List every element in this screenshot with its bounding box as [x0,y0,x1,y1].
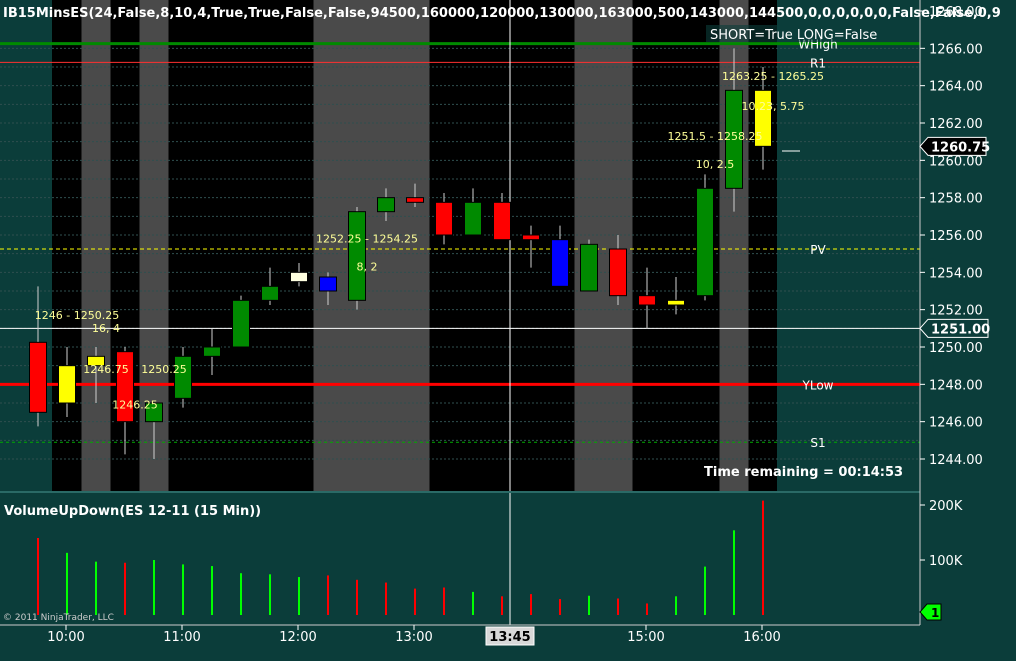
price-tick-label: 1266.00 [929,42,983,57]
last-volume-label: 1 [931,606,939,620]
last-price-label: 1260.75 [931,140,990,155]
price-tick-label: 1248.00 [929,378,983,393]
shaded-bar-region [313,0,343,492]
shaded-bar-region [400,0,430,492]
candle-body[interactable] [261,285,279,301]
candle-body[interactable] [290,271,308,283]
crosshair-time-label: 13:45 [489,630,530,645]
price-tick-label: 1258.00 [929,192,983,207]
candle-body[interactable] [580,243,598,292]
candle-body[interactable] [522,234,540,241]
candle-body[interactable] [551,239,569,287]
level-label-r1: R1 [810,56,826,70]
volume-tick-label: 100K [929,554,963,569]
time-tick-label: 10:00 [47,630,84,645]
candle-body[interactable] [638,295,656,306]
copyright-notice: © 2011 NinjaTrader, LLC [3,613,114,623]
mode-label: SHORT=True LONG=False [710,28,877,43]
candle-body[interactable] [377,197,395,213]
bar-annotation-label: 1246.75 [83,363,129,376]
price-tick-label: 1252.00 [929,304,983,319]
price-tick-label: 1250.00 [929,341,983,356]
bar-annotation-label: 1246 - 1250.25 [35,309,119,322]
candle-body[interactable] [464,201,482,236]
volume-tick-label: 200K [929,499,963,514]
bar-annotation-label: 16, 4 [92,322,120,335]
time-tick-label: 11:00 [163,630,200,645]
chart-canvas[interactable]: WHighR1PVYLowS1 1246 - 1250.2516, 41246.… [0,0,1016,657]
crosshair-price-label: 1251.00 [931,322,990,337]
candle-body[interactable] [406,197,424,203]
candle-body[interactable] [319,276,337,292]
time-tick-label: 16:00 [743,630,780,645]
candle-body[interactable] [493,201,511,241]
price-tick-label: 1246.00 [929,416,983,431]
shaded-bar-region [81,0,111,492]
candle-body[interactable] [609,248,627,297]
bar-annotation-label: 1252.25 - 1254.25 [316,232,418,245]
bar-annotation-label: 1246.25 [112,399,158,412]
chart-window: WHigh R1 PV YLow S1 1246 - 1250.25 16, 4 1246.… [0,0,1016,657]
time-tick-label: 12:00 [279,630,316,645]
bar-annotation-label: 1263.25 - 1265.25 [722,70,824,83]
bar-annotation-label: 10.23, 5.75 [742,100,805,113]
price-tick-label: 1244.00 [929,453,983,468]
bar-annotation-label: 1250.25 [141,363,187,376]
bar-annotation-label: 8, 2 [357,260,378,273]
bar-annotation-label: 1251.5 - 1258.25 [668,130,763,143]
level-label-ylow: YLow [802,378,834,392]
volume-panel-title: VolumeUpDown(ES 12-11 (15 Min)) [4,504,261,519]
candle-body[interactable] [29,341,47,413]
price-tick-label: 1254.00 [929,266,983,281]
bar-annotation-label: 10, 2.5 [696,158,734,171]
price-tick-label: 1260.00 [929,154,983,169]
price-tick-label: 1262.00 [929,117,983,132]
level-label-pv: PV [810,243,826,257]
time-remaining-label: Time remaining = 00:14:53 [704,465,903,480]
candle-body[interactable] [58,365,76,404]
time-tick-label: 15:00 [627,630,664,645]
price-tick-label: 1264.00 [929,80,983,95]
shaded-bar-region [371,0,401,492]
candle-body[interactable] [232,299,250,348]
chart-title: IB15MinsES(24,False,8,10,4,True,True,Fal… [3,6,1001,21]
level-label-s1: S1 [810,436,825,450]
candle-body[interactable] [348,211,366,301]
time-tick-label: 13:00 [395,630,432,645]
price-tick-label: 1256.00 [929,229,983,244]
candle-body[interactable] [696,187,714,297]
candle-body[interactable] [667,299,685,306]
candle-body[interactable] [435,201,453,236]
candle-body[interactable] [203,346,221,357]
